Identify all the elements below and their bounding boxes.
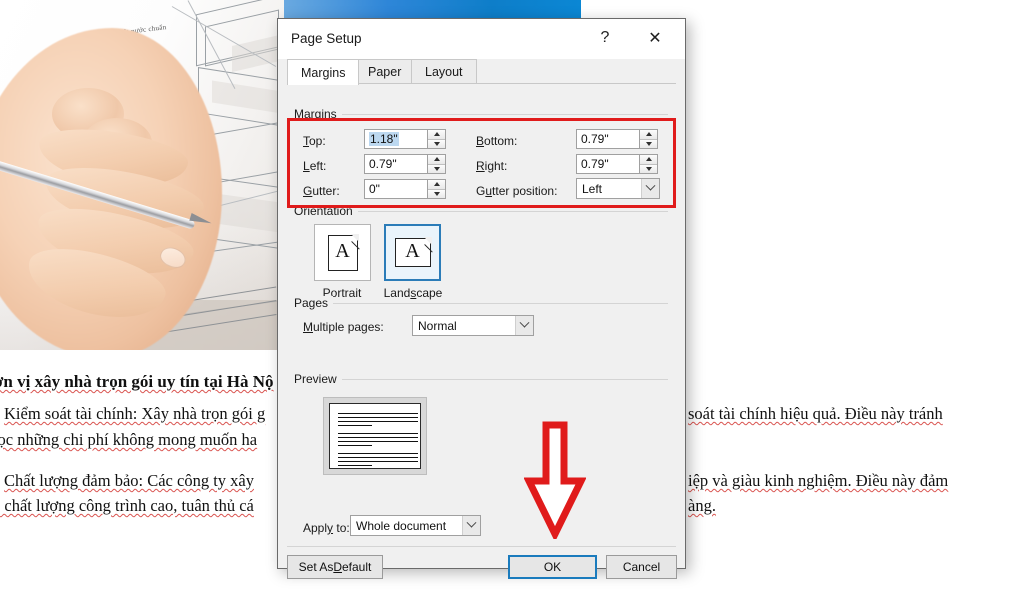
document-paragraph-1-left: Kiểm soát tài chính: Xây nhà trọn gói g: [4, 404, 266, 423]
apply-to-dropdown[interactable]: Whole document: [350, 515, 481, 536]
left-margin-input[interactable]: 0.79": [364, 154, 428, 174]
multiple-pages-label: Multiple pages:: [303, 320, 384, 334]
tab-paper[interactable]: Paper: [354, 59, 416, 84]
right-margin-label: Right:: [476, 159, 508, 173]
chevron-down-icon[interactable]: [462, 516, 480, 535]
top-margin-spin-up[interactable]: [428, 130, 445, 140]
top-margin-stepper[interactable]: 1.18": [364, 129, 448, 149]
gutter-position-label: Gutter position:: [476, 184, 558, 198]
right-margin-spin-down[interactable]: [640, 164, 657, 173]
right-margin-input[interactable]: 0.79": [576, 154, 640, 174]
help-icon[interactable]: ?: [583, 19, 627, 57]
pages-group-rule: [330, 303, 668, 304]
footer-divider: [287, 546, 676, 547]
orientation-landscape-label: Landscape: [383, 286, 443, 300]
gutter-spin-buttons[interactable]: [428, 179, 446, 199]
down-arrow-annotation-icon: [524, 421, 586, 539]
document-paragraph-2-left: rọc những chi phí không mong muốn ha: [0, 430, 258, 449]
gutter-spin-down[interactable]: [428, 189, 445, 198]
multiple-pages-dropdown[interactable]: Normal: [412, 315, 534, 336]
bottom-margin-spin-down[interactable]: [640, 139, 657, 148]
left-margin-spin-buttons[interactable]: [428, 154, 446, 174]
tab-margins[interactable]: Margins: [287, 59, 360, 85]
ok-button[interactable]: OK: [508, 555, 597, 579]
dialog-titlebar: Page Setup ? ✕: [278, 19, 685, 59]
left-margin-spin-up[interactable]: [428, 155, 445, 165]
page-preview-thumbnail: [323, 397, 427, 475]
bottom-margin-spin-buttons[interactable]: [640, 129, 658, 149]
multiple-pages-value: Normal: [418, 319, 457, 333]
document-image-hand-sketch: Vật nước chuẩn Mới thiết Bạn Vật Cưới tư…: [0, 0, 284, 350]
right-margin-spin-up[interactable]: [640, 155, 657, 165]
screenshot-root: Vật nước chuẩn Mới thiết Bạn Vật Cưới tư…: [0, 0, 1014, 589]
orientation-portrait-button[interactable]: A: [314, 224, 371, 281]
document-paragraph-3-right: iệp và giàu kinh nghiệm. Điều này đảm: [688, 471, 949, 490]
apply-to-label: Apply to:: [303, 521, 350, 535]
pages-group-label: Pages: [294, 296, 334, 310]
set-as-default-button[interactable]: Set As Default: [287, 555, 383, 579]
dialog-body: Margins Top: 1.18" Bottom: 0.79" Left: 0…: [278, 84, 685, 579]
top-margin-input[interactable]: 1.18": [364, 129, 428, 149]
chevron-down-icon[interactable]: [515, 316, 533, 335]
bottom-margin-label: Bottom:: [476, 134, 518, 148]
gutter-label: Gutter:: [303, 184, 340, 198]
orientation-group-label: Orientation: [294, 204, 358, 218]
tab-layout[interactable]: Layout: [411, 59, 477, 84]
orientation-group-rule: [354, 211, 668, 212]
left-margin-stepper[interactable]: 0.79": [364, 154, 448, 174]
cancel-button[interactable]: Cancel: [606, 555, 677, 579]
document-paragraph-3-left: Chất lượng đảm bảo: Các công ty xây: [4, 471, 254, 490]
document-paragraph-4-right: àng.: [688, 496, 716, 515]
gutter-position-dropdown[interactable]: Left: [576, 178, 660, 199]
gutter-stepper[interactable]: 0": [364, 179, 448, 199]
orientation-landscape-button[interactable]: A: [384, 224, 441, 281]
close-icon[interactable]: ✕: [633, 19, 677, 57]
page-landscape-icon: A: [394, 237, 440, 267]
top-margin-spin-down[interactable]: [428, 139, 445, 148]
left-margin-spin-down[interactable]: [428, 164, 445, 173]
page-portrait-icon: A: [327, 233, 367, 271]
right-margin-spin-buttons[interactable]: [640, 154, 658, 174]
top-margin-spin-buttons[interactable]: [428, 129, 446, 149]
right-margin-stepper[interactable]: 0.79": [576, 154, 660, 174]
document-paragraph-4-left: o chất lượng công trình cao, tuân thủ cá: [0, 496, 254, 515]
chevron-down-icon[interactable]: [641, 179, 659, 198]
bottom-margin-stepper[interactable]: 0.79": [576, 129, 660, 149]
gutter-input[interactable]: 0": [364, 179, 428, 199]
preview-group-label: Preview: [294, 372, 342, 386]
dialog-title: Page Setup: [291, 31, 362, 46]
apply-to-value: Whole document: [356, 519, 447, 533]
bottom-margin-input[interactable]: 0.79": [576, 129, 640, 149]
preview-group-rule: [340, 379, 668, 380]
dialog-tabstrip: Margins Paper Layout: [278, 59, 685, 85]
document-heading: ơn vị xây nhà trọn gói uy tín tại Hà Nộ: [0, 372, 274, 392]
preview-page: [329, 403, 421, 469]
bottom-margin-spin-up[interactable]: [640, 130, 657, 140]
margins-group-label: Margins: [294, 107, 342, 121]
gutter-spin-up[interactable]: [428, 180, 445, 190]
top-margin-label: Top:: [303, 134, 326, 148]
page-setup-dialog: Page Setup ? ✕ Margins Paper Layout Marg…: [277, 18, 686, 579]
document-paragraph-1-right: soát tài chính hiệu quả. Điều này tránh: [688, 404, 943, 423]
gutter-position-value: Left: [582, 182, 603, 196]
margins-group-rule: [340, 114, 668, 115]
left-margin-label: Left:: [303, 159, 327, 173]
word-ribbon-band: [284, 0, 581, 18]
document-heading-text: ơn vị xây nhà trọn gói uy tín tại Hà Nộ: [0, 372, 274, 391]
